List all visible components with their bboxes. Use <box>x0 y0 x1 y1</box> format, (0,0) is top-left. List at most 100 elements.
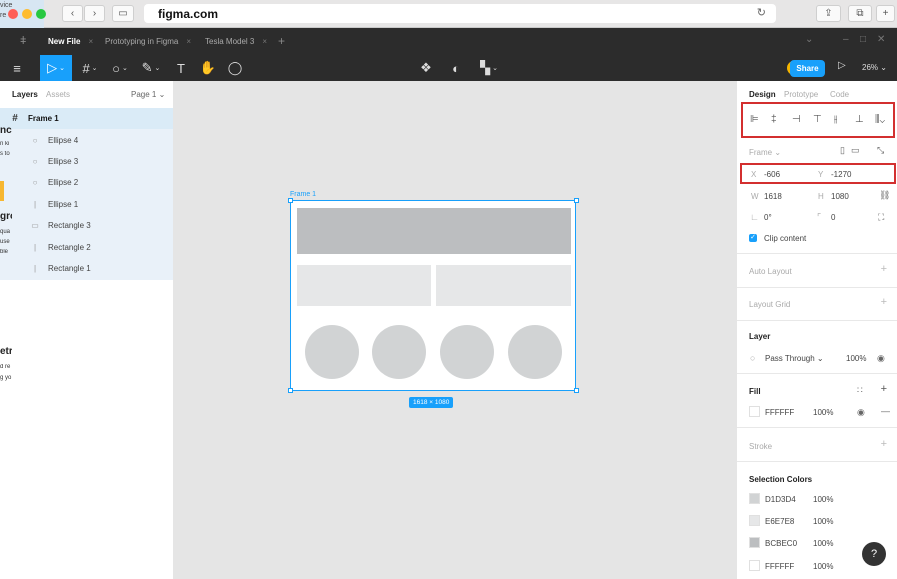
rectangle-3[interactable] <box>436 265 571 306</box>
eye-icon[interactable]: ◉ <box>877 353 885 364</box>
shape-tool-button[interactable]: ○ ⌄ <box>106 55 134 81</box>
layer-ellipse-3[interactable]: ○ Ellipse 3 <box>0 151 173 172</box>
height-field[interactable]: 1080 <box>831 192 849 201</box>
resize-handle-bottom-left[interactable] <box>288 388 293 393</box>
minimize-window-button[interactable] <box>22 9 32 19</box>
frame-name-label[interactable]: Frame 1 <box>290 191 316 198</box>
resize-to-fit-icon[interactable]: ⤡ <box>877 145 884 156</box>
fill-hex-field[interactable]: FFFFFF <box>765 408 794 417</box>
resize-handle-top-right[interactable] <box>574 198 579 203</box>
eye-icon[interactable]: ◉ <box>857 407 865 418</box>
boolean-button[interactable]: ▚ ⌄ <box>474 55 504 81</box>
add-auto-layout-icon[interactable]: + <box>881 263 887 275</box>
landscape-icon[interactable]: ▭ <box>851 145 860 156</box>
selection-color-hex[interactable]: D1D3D4 <box>765 495 796 504</box>
layer-rectangle-1[interactable]: | Rectangle 1 <box>0 258 173 279</box>
maximize-icon[interactable]: □ <box>860 34 866 45</box>
layer-frame-1[interactable]: # Frame 1 <box>0 108 173 129</box>
components-button[interactable]: ❖ <box>414 55 438 81</box>
share-sheet-button[interactable]: ⇪ <box>816 5 841 22</box>
tab-assets[interactable]: Assets <box>46 90 70 99</box>
frame-tool-button[interactable]: # ⌄ <box>76 55 104 81</box>
layer-rectangle-3[interactable]: ▭ Rectangle 3 <box>0 215 173 236</box>
address-bar[interactable]: figma.com ↻ <box>144 4 776 23</box>
add-layout-grid-icon[interactable]: + <box>881 296 887 308</box>
share-button[interactable]: Share <box>790 60 825 77</box>
align-right-icon[interactable]: ⊣ <box>792 114 801 125</box>
ellipse-1[interactable] <box>305 325 359 379</box>
frame-preset-dropdown[interactable]: Frame ⌄ <box>749 148 781 157</box>
close-icon[interactable]: × <box>88 37 93 46</box>
mask-button[interactable]: ◐ <box>444 55 468 81</box>
tab-tesla-model-3[interactable]: Tesla Model 3 × <box>205 28 267 55</box>
chevron-down-icon[interactable]: ⌄ <box>805 34 813 45</box>
sidebar-toggle-button[interactable]: ▭ <box>112 5 134 22</box>
reload-icon[interactable]: ↻ <box>757 6 766 19</box>
y-field[interactable]: -1270 <box>831 170 851 179</box>
tab-code[interactable]: Code <box>830 90 849 99</box>
rotation-field[interactable]: 0° <box>764 213 772 222</box>
style-grid-icon[interactable]: ∷ <box>857 385 863 396</box>
rectangle-2[interactable] <box>297 265 431 306</box>
selection-color-opacity[interactable]: 100% <box>813 562 833 571</box>
close-icon[interactable]: × <box>262 37 267 46</box>
help-button[interactable]: ? <box>862 542 886 566</box>
tab-layers[interactable]: Layers <box>12 90 38 99</box>
layer-ellipse-4[interactable]: ○ Ellipse 4 <box>0 130 173 151</box>
align-horizontal-center-icon[interactable]: ‡ <box>771 114 777 125</box>
move-tool-button[interactable]: ▷ ⌄ <box>40 55 72 81</box>
back-button[interactable]: ‹ <box>62 5 83 22</box>
selection-color-opacity[interactable]: 100% <box>813 539 833 548</box>
hand-tool-button[interactable]: ✋ <box>196 55 220 81</box>
close-icon[interactable]: ✕ <box>877 34 885 45</box>
resize-handle-bottom-right[interactable] <box>574 388 579 393</box>
close-icon[interactable]: × <box>186 37 191 46</box>
fill-opacity-field[interactable]: 100% <box>813 408 833 417</box>
main-menu-button[interactable]: ≡ <box>4 55 30 81</box>
x-field[interactable]: -606 <box>764 170 780 179</box>
tabs-overview-button[interactable]: ⧉ <box>848 5 872 22</box>
selection-color-hex[interactable]: E6E7E8 <box>765 517 794 526</box>
selection-color-swatch[interactable] <box>749 560 760 571</box>
layer-opacity-field[interactable]: 100% <box>846 354 866 363</box>
selection-color-swatch[interactable] <box>749 515 760 526</box>
fullscreen-window-button[interactable] <box>36 9 46 19</box>
selection-color-swatch[interactable] <box>749 493 760 504</box>
ellipse-4[interactable] <box>508 325 562 379</box>
page-selector[interactable]: Page 1 ⌄ <box>131 90 165 99</box>
minimize-icon[interactable]: – <box>843 34 849 45</box>
frame-1[interactable] <box>290 200 576 391</box>
portrait-icon[interactable]: ▯ <box>840 145 845 156</box>
layer-rectangle-2[interactable]: | Rectangle 2 <box>0 237 173 258</box>
design-canvas[interactable]: Frame 1 1618 × 1080 <box>174 81 736 579</box>
ellipse-2[interactable] <box>372 325 426 379</box>
distribute-icon[interactable]: ⫼⌄ <box>875 114 885 125</box>
tab-prototype[interactable]: Prototype <box>784 90 818 99</box>
selection-color-swatch[interactable] <box>749 537 760 548</box>
align-bottom-icon[interactable]: ⊥ <box>855 114 864 125</box>
zoom-level[interactable]: 26% ⌄ <box>862 63 887 72</box>
tab-prototyping-in-figma[interactable]: Prototyping in Figma × <box>105 28 191 55</box>
add-tab-icon[interactable]: + <box>278 34 285 48</box>
resize-handle-top-left[interactable] <box>288 198 293 203</box>
blend-mode-dropdown[interactable]: Pass Through ⌄ <box>765 354 824 363</box>
clip-content-checkbox[interactable]: ✓ <box>749 234 757 242</box>
comment-tool-button[interactable]: ◯ <box>223 55 247 81</box>
layer-ellipse-1[interactable]: | Ellipse 1 <box>0 194 173 215</box>
add-stroke-icon[interactable]: + <box>881 438 887 450</box>
corner-radius-field[interactable]: 0 <box>831 213 835 222</box>
forward-button[interactable]: › <box>84 5 105 22</box>
tab-new-file[interactable]: New File × <box>48 28 93 55</box>
selection-color-hex[interactable]: BCBEC0 <box>765 539 797 548</box>
tab-design[interactable]: Design <box>749 90 776 99</box>
fill-color-swatch[interactable] <box>749 406 760 417</box>
align-vertical-center-icon[interactable]: ⫲ <box>834 114 837 125</box>
remove-fill-icon[interactable]: — <box>881 406 890 416</box>
layer-ellipse-2[interactable]: ○ Ellipse 2 <box>0 172 173 193</box>
align-left-icon[interactable]: ⊫ <box>750 114 759 125</box>
text-tool-button[interactable]: T <box>170 55 192 81</box>
present-play-icon[interactable]: ▷ <box>838 60 846 71</box>
ellipse-3[interactable] <box>440 325 494 379</box>
selection-color-opacity[interactable]: 100% <box>813 495 833 504</box>
selection-color-hex[interactable]: FFFFFF <box>765 562 794 571</box>
